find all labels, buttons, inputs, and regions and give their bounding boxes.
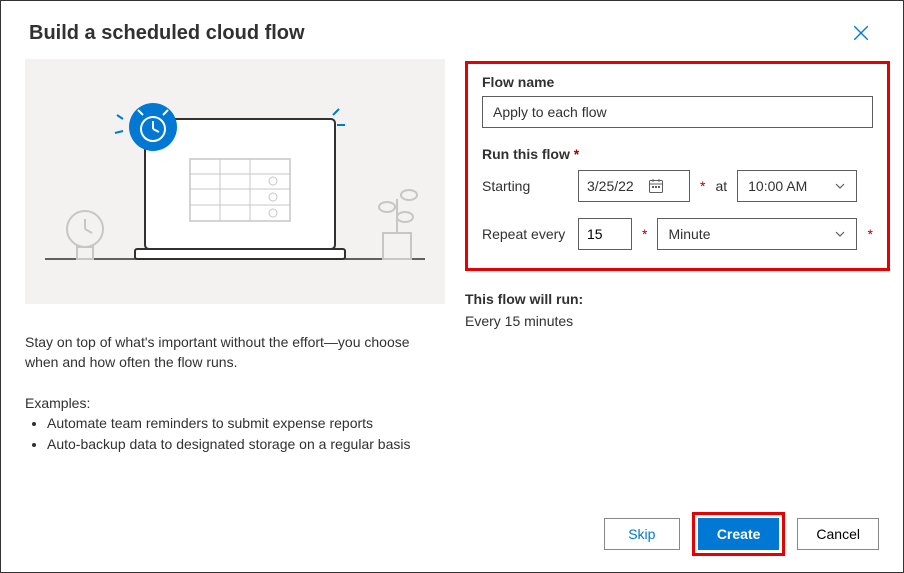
create-button[interactable]: Create <box>698 518 780 550</box>
repeat-unit-value: Minute <box>668 226 710 242</box>
run-summary-text: Every 15 minutes <box>465 313 890 329</box>
run-flow-label: Run this flow * <box>482 146 873 162</box>
illustration <box>25 59 445 304</box>
cancel-button[interactable]: Cancel <box>797 518 879 550</box>
starting-time-select[interactable]: 10:00 AM <box>737 170 857 202</box>
close-button[interactable] <box>847 19 875 47</box>
close-icon <box>852 24 870 42</box>
skip-button[interactable]: Skip <box>604 518 680 550</box>
example-item: Auto-backup data to designated storage o… <box>47 434 445 456</box>
starting-time-value: 10:00 AM <box>748 178 807 194</box>
repeat-interval-input[interactable] <box>578 218 632 250</box>
calendar-icon <box>648 178 664 194</box>
flow-name-label: Flow name <box>482 74 873 90</box>
create-button-highlight: Create <box>692 512 786 556</box>
dialog-title: Build a scheduled cloud flow <box>29 22 305 45</box>
starting-date-value: 3/25/22 <box>587 178 634 194</box>
at-label: at <box>715 178 727 194</box>
chevron-down-icon <box>834 180 846 192</box>
run-summary-label: This flow will run: <box>465 291 890 307</box>
example-item: Automate team reminders to submit expens… <box>47 413 445 435</box>
required-mark: * <box>642 226 647 242</box>
chevron-down-icon <box>834 228 846 240</box>
repeat-unit-select[interactable]: Minute <box>657 218 857 250</box>
flow-name-input[interactable] <box>482 96 873 128</box>
required-mark: * <box>867 226 872 242</box>
description-text: Stay on top of what's important without … <box>25 332 445 373</box>
required-mark: * <box>700 178 705 194</box>
examples-list: Automate team reminders to submit expens… <box>25 413 445 456</box>
starting-date-picker[interactable]: 3/25/22 <box>578 170 690 202</box>
examples-label: Examples: <box>25 395 445 411</box>
starting-label: Starting <box>482 178 568 194</box>
form-section-highlight: Flow name Run this flow * Starting 3/25/… <box>465 61 890 271</box>
repeat-label: Repeat every <box>482 226 568 242</box>
